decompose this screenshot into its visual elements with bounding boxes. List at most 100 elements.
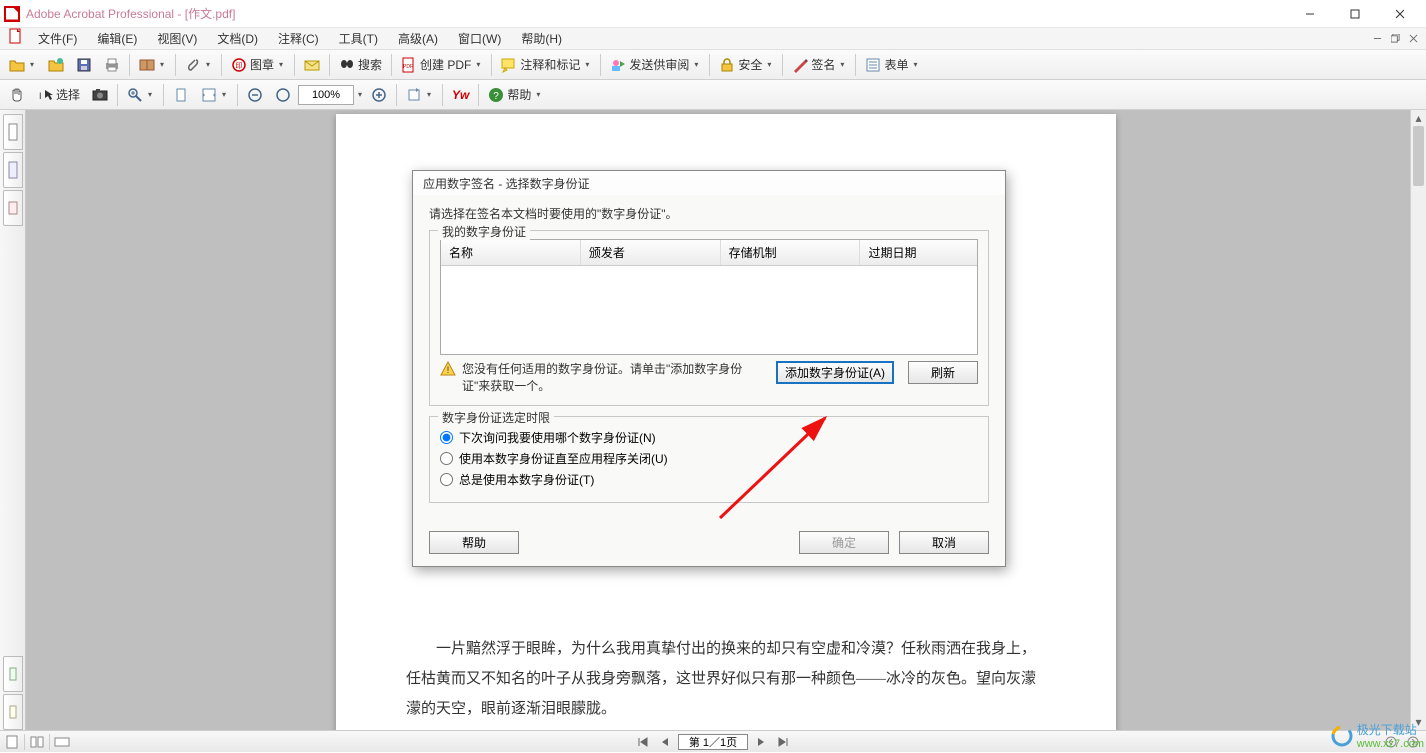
stamp-button[interactable]: 印图章 — [226, 53, 290, 77]
statusbar — [0, 730, 1426, 752]
zoom-in-button[interactable] — [366, 83, 392, 107]
watermark-url: www.xz7.com — [1357, 738, 1424, 750]
dialog-instruction: 请选择在签名本文档时要使用的"数字身份证"。 — [429, 205, 989, 222]
add-digital-id-button[interactable]: 添加数字身份证(A) — [776, 361, 894, 384]
first-page-button[interactable] — [634, 734, 652, 750]
sign-button[interactable]: 签名 — [787, 53, 851, 77]
col-expiry[interactable]: 过期日期 — [860, 240, 977, 265]
radio-ask-next-time[interactable]: 下次询问我要使用哪个数字身份证(N) — [440, 429, 978, 446]
mdi-minimize-button[interactable] — [1368, 31, 1386, 47]
group-my-digital-ids: 我的数字身份证 名称 颁发者 存储机制 过期日期 ! 您没有任何适用的数字身份证… — [429, 230, 989, 406]
nav-tab-bookmarks[interactable] — [3, 152, 23, 188]
nav-tab-pages[interactable] — [3, 114, 23, 150]
col-issuer[interactable]: 颁发者 — [581, 240, 721, 265]
forms-button[interactable]: 表单 — [860, 53, 924, 77]
titlebar: Adobe Acrobat Professional - [作文.pdf] — [0, 0, 1426, 28]
fit-page-button[interactable] — [168, 83, 194, 107]
radio-always-input[interactable] — [440, 473, 453, 486]
dialog-title: 应用数字签名 - 选择数字身份证 — [413, 171, 1005, 195]
menu-edit[interactable]: 编辑(E) — [87, 28, 147, 49]
menu-tools[interactable]: 工具(T) — [329, 28, 388, 49]
menu-document[interactable]: 文档(D) — [207, 28, 268, 49]
last-page-button[interactable] — [774, 734, 792, 750]
digital-signature-dialog: 应用数字签名 - 选择数字身份证 请选择在签名本文档时要使用的"数字身份证"。 … — [412, 170, 1006, 567]
dialog-help-button[interactable]: 帮助 — [429, 531, 519, 554]
warning-icon: ! — [440, 361, 456, 377]
zoom-input[interactable] — [298, 85, 354, 105]
maximize-button[interactable] — [1332, 0, 1377, 28]
svg-text:?: ? — [494, 91, 500, 102]
scroll-up-icon[interactable]: ▴ — [1411, 110, 1426, 126]
search-button[interactable]: 搜索 — [334, 53, 387, 77]
open-button[interactable] — [4, 53, 41, 77]
save-button[interactable] — [71, 53, 97, 77]
print-button[interactable] — [99, 53, 125, 77]
minimize-button[interactable] — [1287, 0, 1332, 28]
nav-panel — [0, 110, 26, 730]
radio-ask-label: 下次询问我要使用哪个数字身份证(N) — [459, 429, 656, 446]
radio-ask-input[interactable] — [440, 431, 453, 444]
rotate-button[interactable] — [401, 83, 438, 107]
create-pdf-label: 创建 PDF — [420, 56, 471, 73]
svg-text:I: I — [39, 91, 42, 101]
help-button[interactable]: ? 帮助 — [483, 83, 547, 107]
attach-button[interactable] — [180, 53, 217, 77]
fit-width-button[interactable] — [196, 83, 233, 107]
refresh-button[interactable]: 刷新 — [908, 361, 978, 384]
new-button[interactable] — [43, 53, 69, 77]
close-button[interactable] — [1377, 0, 1422, 28]
organizer-button[interactable] — [134, 53, 171, 77]
ok-button[interactable]: 确定 — [799, 531, 889, 554]
svg-text:PDF: PDF — [403, 64, 413, 70]
create-pdf-button[interactable]: PDF 创建 PDF — [396, 53, 487, 77]
secure-button[interactable]: 安全 — [714, 53, 778, 77]
svg-text:印: 印 — [236, 62, 243, 70]
yw-button[interactable]: Yw — [447, 83, 474, 107]
svg-text:!: ! — [447, 365, 450, 375]
nav-tab-comments[interactable] — [3, 694, 23, 730]
radio-until-close[interactable]: 使用本数字身份证直至应用程序关闭(U) — [440, 450, 978, 467]
menu-help[interactable]: 帮助(H) — [511, 28, 572, 49]
toolbar-secondary: I选择 Yw ? 帮助 — [0, 80, 1426, 110]
zoom-out-button[interactable] — [242, 83, 268, 107]
page-number-input[interactable] — [678, 734, 748, 750]
page-size-icon[interactable] — [4, 734, 20, 750]
zoom-in-tool-button[interactable] — [122, 83, 159, 107]
help-label: 帮助 — [507, 86, 531, 103]
zoom-100-button[interactable] — [270, 83, 296, 107]
nav-tab-signatures[interactable] — [3, 190, 23, 226]
mdi-restore-button[interactable] — [1386, 31, 1404, 47]
nav-tab-attachments[interactable] — [3, 656, 23, 692]
digital-id-table[interactable]: 名称 颁发者 存储机制 过期日期 — [440, 239, 978, 355]
scroll-thumb[interactable] — [1413, 126, 1424, 186]
menu-file[interactable]: 文件(F) — [28, 28, 87, 49]
col-storage[interactable]: 存储机制 — [721, 240, 861, 265]
menu-advanced[interactable]: 高级(A) — [388, 28, 448, 49]
menu-view[interactable]: 视图(V) — [147, 28, 207, 49]
window-title: Adobe Acrobat Professional - [作文.pdf] — [26, 5, 1287, 22]
radio-until-close-input[interactable] — [440, 452, 453, 465]
hand-tool-button[interactable] — [4, 83, 30, 107]
menu-comments[interactable]: 注释(C) — [268, 28, 329, 49]
annotate-button[interactable]: 注释和标记 — [496, 53, 596, 77]
page-layout-icon[interactable] — [29, 734, 45, 750]
search-label: 搜索 — [358, 56, 382, 73]
send-review-button[interactable]: 发送供审阅 — [605, 53, 705, 77]
zoom-dropdown[interactable] — [356, 90, 364, 99]
menu-window[interactable]: 窗口(W) — [448, 28, 511, 49]
group-persistence: 数字身份证选定时限 下次询问我要使用哪个数字身份证(N) 使用本数字身份证直至应… — [429, 416, 989, 503]
email-button[interactable] — [299, 53, 325, 77]
menubar: 文件(F) 编辑(E) 视图(V) 文档(D) 注释(C) 工具(T) 高级(A… — [0, 28, 1426, 50]
next-page-button[interactable] — [752, 734, 770, 750]
cancel-button[interactable]: 取消 — [899, 531, 989, 554]
mdi-close-button[interactable] — [1404, 31, 1422, 47]
prev-page-button[interactable] — [656, 734, 674, 750]
sign-label: 签名 — [811, 56, 835, 73]
page-spread-icon[interactable] — [54, 734, 70, 750]
snapshot-button[interactable] — [87, 83, 113, 107]
select-tool-button[interactable]: I选择 — [32, 83, 85, 107]
vertical-scrollbar[interactable]: ▴ ▾ — [1410, 110, 1426, 730]
col-name[interactable]: 名称 — [441, 240, 581, 265]
send-review-label: 发送供审阅 — [629, 56, 689, 73]
radio-always[interactable]: 总是使用本数字身份证(T) — [440, 471, 978, 488]
